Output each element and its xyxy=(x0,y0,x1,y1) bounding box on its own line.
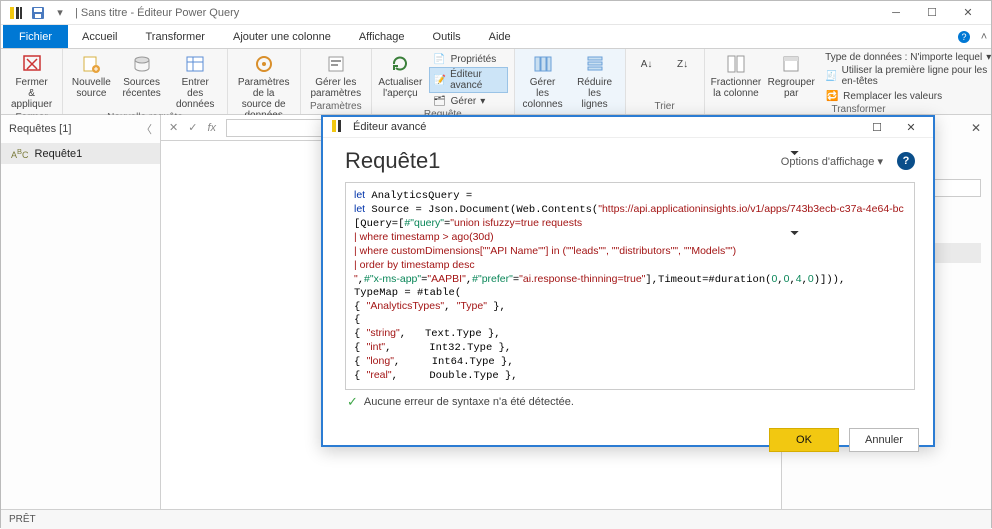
code-editor[interactable]: let AnalyticsQuery = let Source = Json.D… xyxy=(345,182,915,390)
advanced-editor-dialog: Éditeur avancé ☐ ✕ Requête1 Options d'af… xyxy=(321,115,935,447)
status-ready: PRÊT xyxy=(9,514,36,525)
manage-parameters-button[interactable]: Gérer les paramètres xyxy=(307,51,366,101)
tab-home[interactable]: Accueil xyxy=(68,25,131,48)
cancel-formula-icon[interactable]: ✕ xyxy=(169,121,178,134)
dialog-maximize-button[interactable]: ☐ xyxy=(863,117,891,137)
close-apply-button[interactable]: Fermer & appliquer xyxy=(7,51,56,112)
tab-file[interactable]: Fichier xyxy=(3,25,68,48)
properties-button[interactable]: 📄Propriétés xyxy=(429,51,508,67)
tab-transform[interactable]: Transformer xyxy=(131,25,219,48)
ribbon-collapse-icon[interactable]: ˄ xyxy=(977,25,991,48)
save-icon[interactable] xyxy=(29,4,47,22)
tab-view[interactable]: Affichage xyxy=(345,25,419,48)
minimize-button[interactable]: ─ xyxy=(879,2,913,24)
ribbon-help-icon[interactable]: ? xyxy=(951,25,977,48)
queries-panel-header[interactable]: Requêtes [1]〈 xyxy=(1,115,160,143)
chevron-left-icon[interactable]: 〈 xyxy=(141,121,152,137)
first-row-headers-button[interactable]: 🧾Utiliser la première ligne pour les en-… xyxy=(821,64,992,88)
close-button[interactable]: ✕ xyxy=(951,2,985,24)
dialog-heading: Requête1 xyxy=(345,148,440,174)
commit-formula-icon[interactable]: ✓ xyxy=(188,121,197,134)
tab-help[interactable]: Aide xyxy=(475,25,525,48)
maximize-button[interactable]: ☐ xyxy=(915,2,949,24)
enter-data-button[interactable]: Entrer des données xyxy=(170,51,221,112)
dialog-title: Éditeur avancé xyxy=(353,121,426,133)
advanced-editor-button[interactable]: 📝Éditeur avancé xyxy=(429,67,508,93)
reduce-rows-button[interactable]: Réduire les lignes xyxy=(571,51,619,112)
window-title: | Sans titre - Éditeur Power Query xyxy=(75,7,239,19)
recent-sources-button[interactable]: Sources récentes xyxy=(120,51,164,112)
split-column-button[interactable]: Fractionner la colonne xyxy=(711,51,762,104)
manage-button[interactable]: 🗂Gérer ▾ xyxy=(429,93,508,109)
display-options-button[interactable]: Options d'affichage ▾ xyxy=(781,155,883,168)
sort-desc-button[interactable]: Z↓ xyxy=(668,51,698,101)
new-source-button[interactable]: Nouvelle source xyxy=(69,51,113,112)
dropdown-icon[interactable]: ▾ xyxy=(51,4,69,22)
abc-icon: ABC xyxy=(11,147,29,160)
ok-button[interactable]: OK xyxy=(769,428,839,452)
fx-label: fx xyxy=(207,122,216,134)
svg-text:?: ? xyxy=(961,32,966,42)
syntax-status: Aucune erreur de syntaxe n'a été détecté… xyxy=(364,396,574,408)
app-icon xyxy=(331,119,347,135)
app-icon xyxy=(7,4,25,22)
group-parameters: Paramètres xyxy=(307,101,366,114)
cancel-button[interactable]: Annuler xyxy=(849,428,919,452)
tab-addcolumn[interactable]: Ajouter une colonne xyxy=(219,25,345,48)
query-list-item[interactable]: ABC Requête1 xyxy=(1,143,160,164)
check-icon: ✓ xyxy=(347,394,358,410)
data-type-button[interactable]: Type de données : N'importe lequel ▾ xyxy=(821,51,992,64)
replace-values-button[interactable]: 🔁Remplacer les valeurs xyxy=(821,88,992,104)
refresh-preview-button[interactable]: Actualiser l'aperçu xyxy=(378,51,423,109)
help-icon[interactable]: ? xyxy=(897,152,915,170)
manage-columns-button[interactable]: Gérer les colonnes xyxy=(521,51,565,112)
tab-tools[interactable]: Outils xyxy=(419,25,475,48)
dialog-close-button[interactable]: ✕ xyxy=(897,117,925,137)
group-sort: Trier xyxy=(632,101,698,114)
datasource-settings-button[interactable]: Paramètres de la source de données xyxy=(234,51,294,123)
close-panel-icon[interactable]: ✕ xyxy=(971,121,981,135)
sort-asc-button[interactable]: A↓ xyxy=(632,51,662,101)
groupby-button[interactable]: Regrouper par xyxy=(767,51,815,104)
